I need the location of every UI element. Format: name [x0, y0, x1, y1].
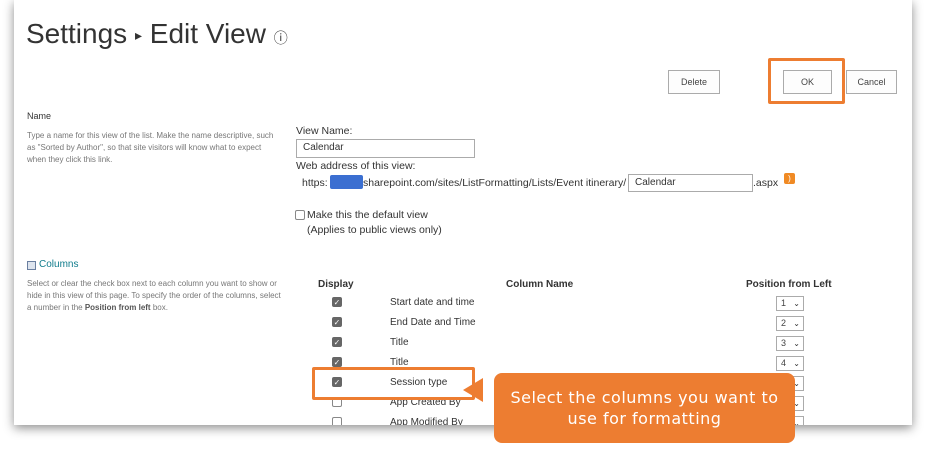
callout: Select the columns you want to use for f… — [494, 373, 795, 443]
cancel-button[interactable]: Cancel — [846, 70, 897, 94]
url-prefix: https: — [302, 177, 328, 189]
ok-highlight — [768, 58, 845, 104]
breadcrumb-separator-icon: ▸ — [134, 27, 142, 44]
default-view-label: Make this the default view — [307, 209, 428, 221]
collapse-icon[interactable] — [27, 261, 36, 270]
callout-text: Select the columns you want to use for f… — [510, 388, 779, 428]
chevron-down-icon: ⌄ — [793, 319, 800, 328]
info-icon[interactable]: ⓘ — [274, 30, 288, 46]
name-heading: Name — [27, 111, 52, 121]
web-address-label: Web address of this view: — [296, 160, 416, 172]
position-select[interactable]: 4 ⌄ — [776, 356, 804, 371]
display-checkbox[interactable]: ✓ — [332, 357, 342, 367]
column-name: End Date and Time — [390, 317, 476, 328]
rss-icon[interactable]: ) — [784, 173, 795, 184]
columns-heading[interactable]: Columns — [39, 259, 78, 270]
chevron-down-icon: ⌄ — [793, 339, 800, 348]
columns-description: Select or clear the check box next to ea… — [27, 279, 281, 312]
header-display: Display — [318, 279, 354, 290]
column-name: Start date and time — [390, 297, 475, 308]
callout-pointer — [463, 378, 483, 402]
view-name-label: View Name: — [296, 125, 353, 137]
header-position: Position from Left — [746, 279, 832, 290]
page-title: Settings ▸ Edit View ⓘ — [26, 18, 288, 50]
url-suffix: .aspx — [753, 177, 779, 189]
display-checkbox[interactable]: ✓ — [332, 297, 342, 307]
column-name: App Modified By — [390, 417, 463, 425]
view-name-input[interactable]: Calendar — [296, 139, 475, 158]
edit-view-page: Settings ▸ Edit View ⓘ Delete OK Cancel … — [14, 0, 912, 425]
url-page-input[interactable]: Calendar — [628, 174, 753, 192]
session-type-highlight — [312, 367, 475, 400]
display-checkbox[interactable]: ✓ — [332, 337, 342, 347]
default-view-note: (Applies to public views only) — [307, 224, 442, 236]
delete-button[interactable]: Delete — [668, 70, 720, 94]
default-view-checkbox[interactable] — [295, 210, 305, 220]
url-path: sharepoint.com/sites/ListFormatting/List… — [363, 177, 627, 189]
name-description: Type a name for this view of the list. M… — [27, 131, 274, 164]
position-select[interactable]: 1 ⌄ — [776, 296, 804, 311]
redacted-tenant — [330, 175, 363, 189]
position-select[interactable]: 2 ⌄ — [776, 316, 804, 331]
display-checkbox[interactable]: ✓ — [332, 317, 342, 327]
breadcrumb-settings[interactable]: Settings — [26, 18, 127, 49]
chevron-down-icon: ⌄ — [793, 299, 800, 308]
display-checkbox[interactable] — [332, 417, 342, 425]
header-column-name: Column Name — [506, 279, 574, 290]
chevron-down-icon: ⌄ — [793, 359, 800, 368]
column-name: Title — [390, 337, 409, 348]
breadcrumb-edit-view: Edit View — [149, 18, 266, 49]
position-select[interactable]: 3 ⌄ — [776, 336, 804, 351]
